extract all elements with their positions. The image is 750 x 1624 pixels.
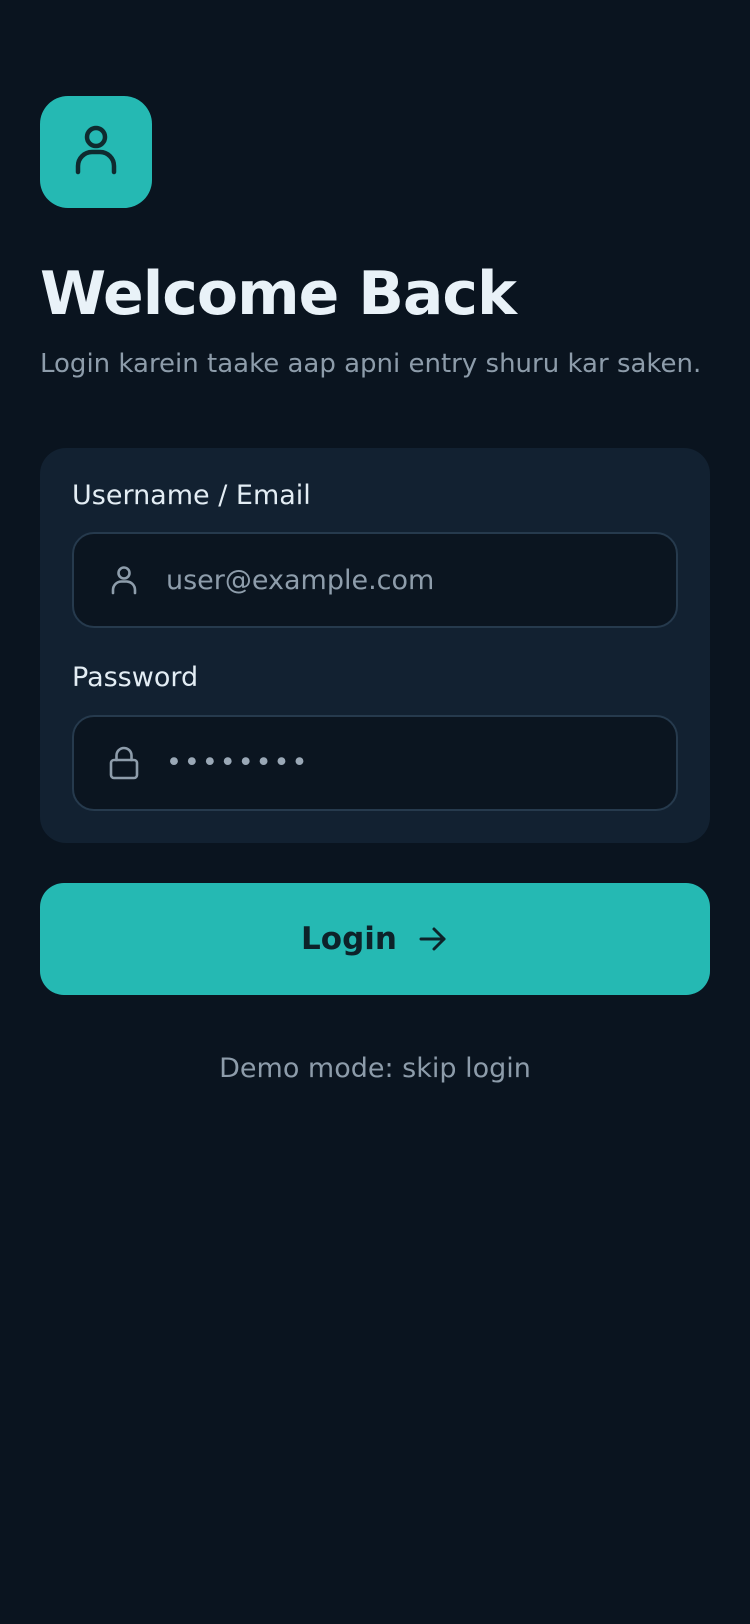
username-field[interactable] (72, 532, 678, 629)
app-logo (40, 96, 152, 208)
user-icon (108, 564, 140, 596)
skip-login-link[interactable]: Demo mode: skip login (219, 1053, 531, 1084)
login-form-card: Username / Email Password (40, 448, 710, 843)
password-field[interactable] (72, 714, 678, 811)
page-title: Welcome Back (40, 259, 517, 329)
lock-icon (108, 746, 140, 780)
user-icon (74, 124, 118, 180)
login-button-label: Login (301, 920, 397, 957)
login-button[interactable]: Login (40, 882, 710, 995)
login-screen: Welcome Back Login karein taake aap apni… (40, 96, 710, 1084)
username-input[interactable] (166, 564, 652, 596)
username-label: Username / Email (72, 480, 311, 512)
arrow-right-icon (417, 923, 449, 955)
password-label: Password (72, 662, 199, 694)
page-subtitle: Login karein taake aap apni entry shuru … (40, 349, 702, 379)
password-input[interactable] (166, 747, 652, 779)
